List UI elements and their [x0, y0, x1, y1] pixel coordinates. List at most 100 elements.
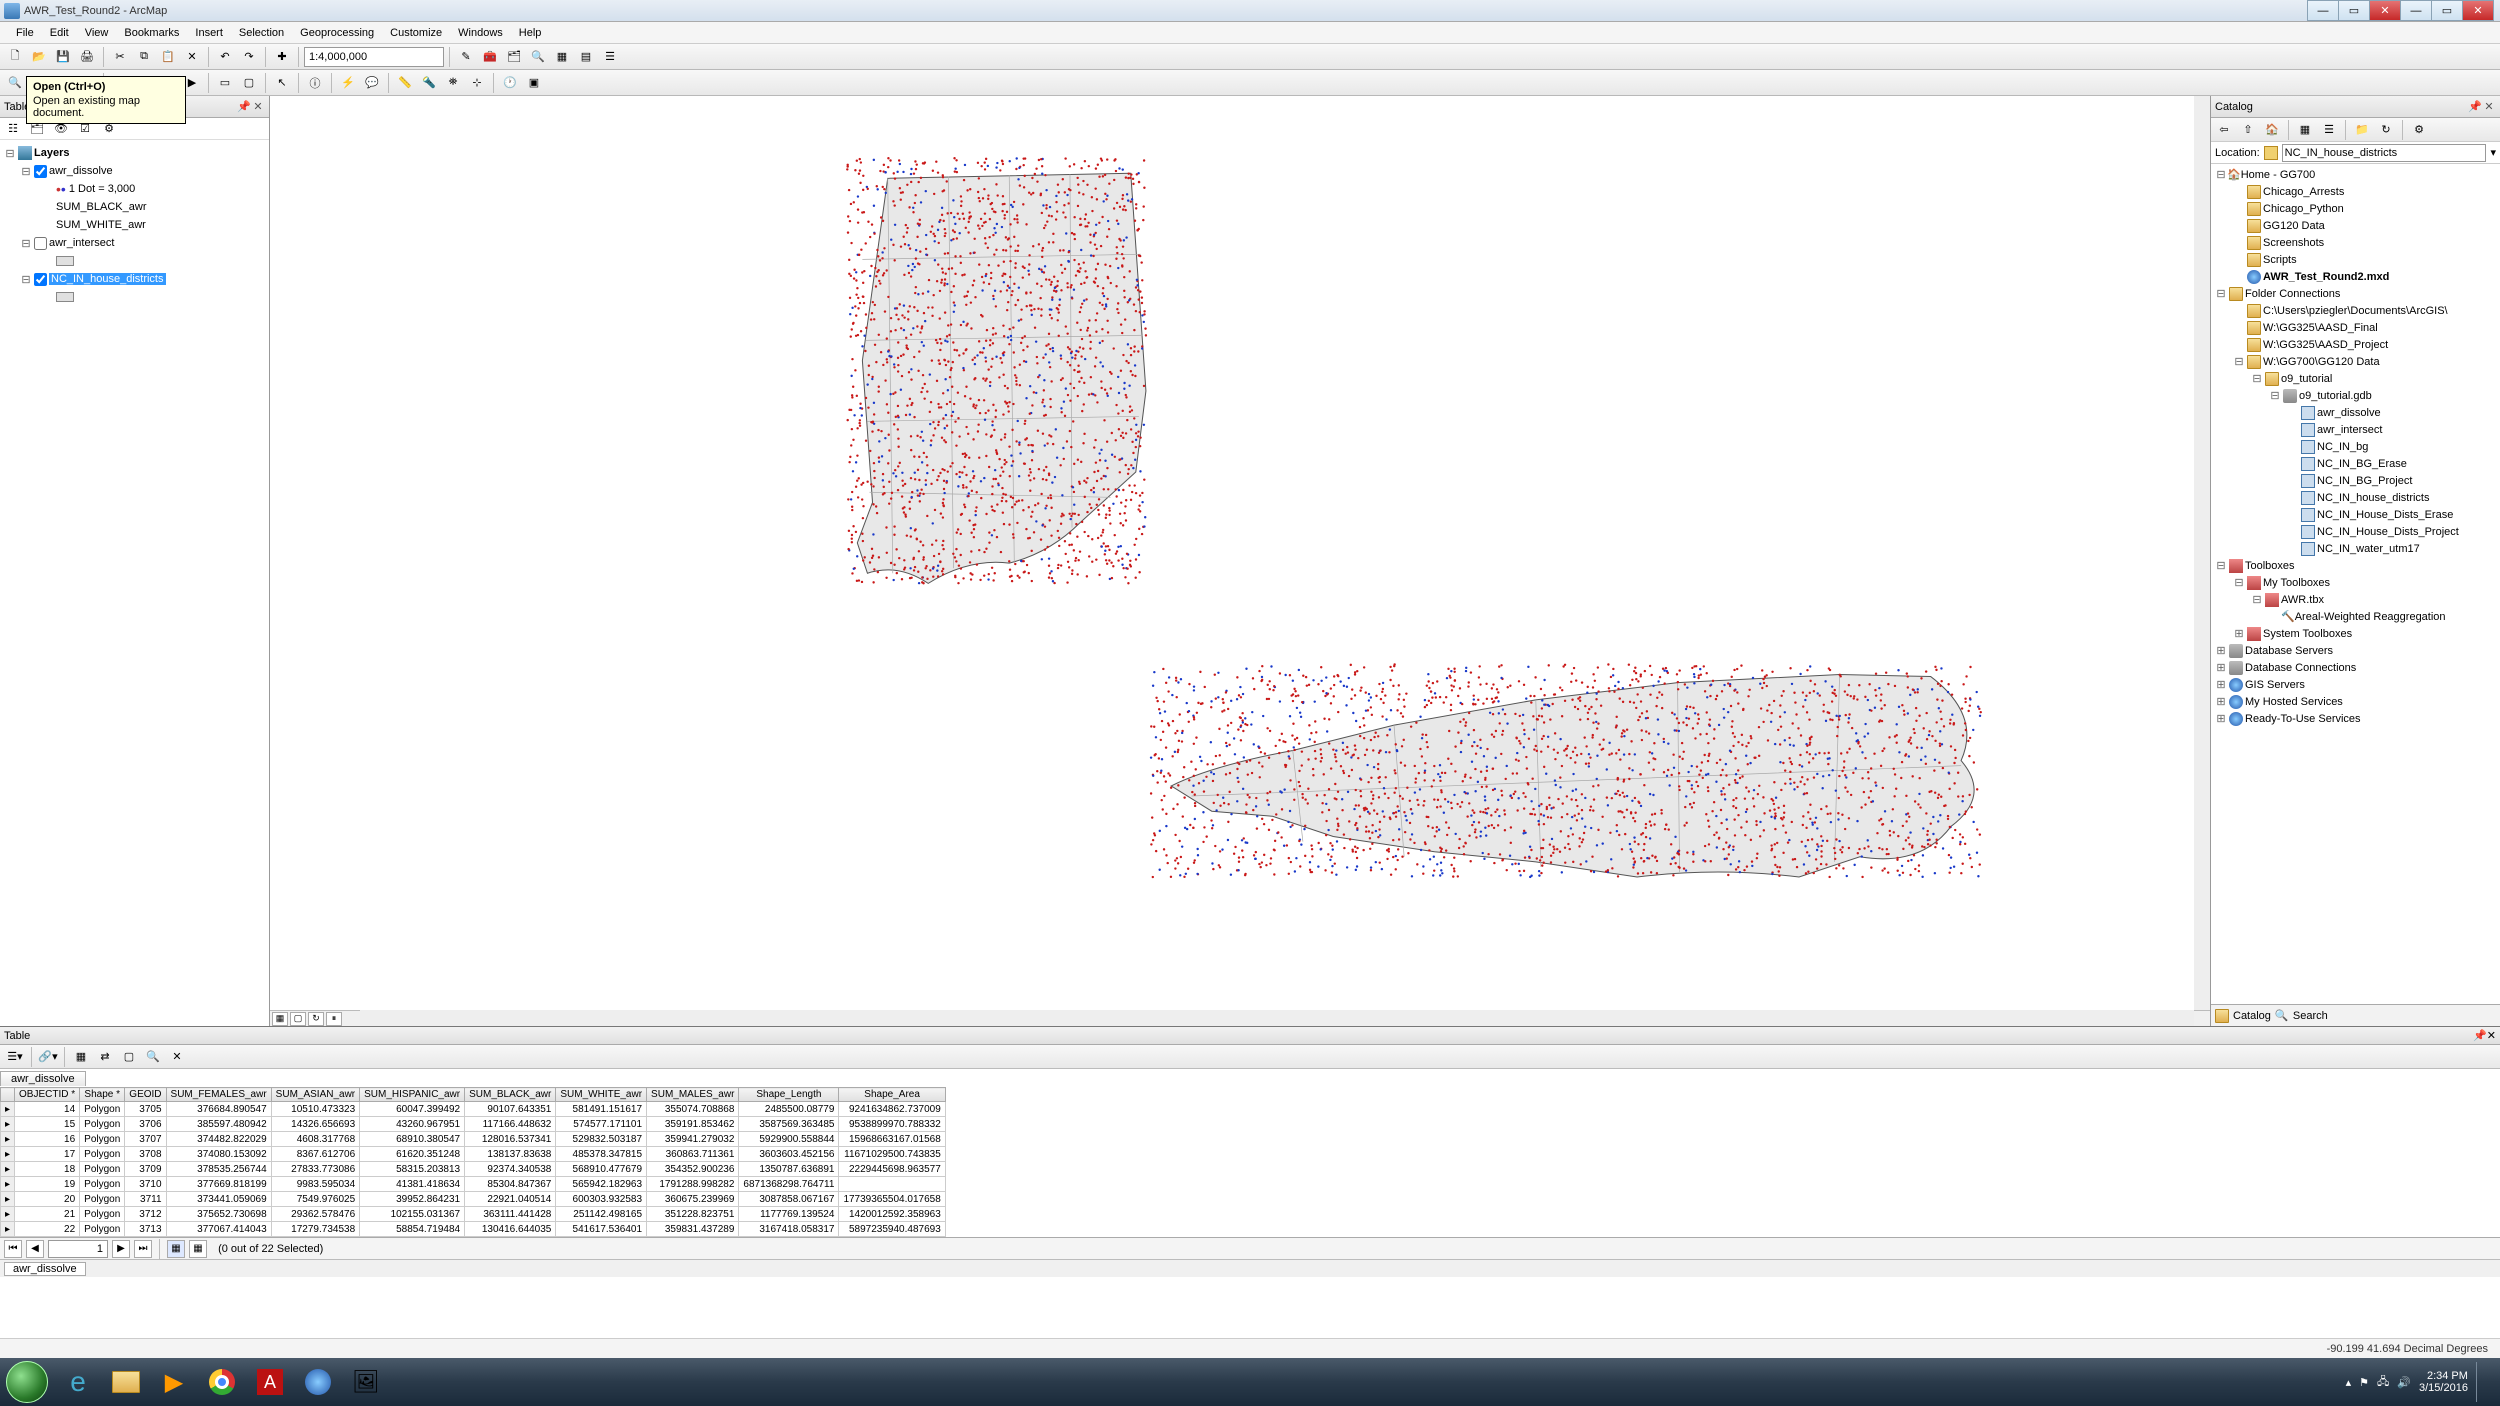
hyperlink-button[interactable]: ⚡	[337, 72, 359, 94]
catalog-node[interactable]: NC_IN_House_Dists_Project	[2211, 523, 2500, 540]
html-popup-button[interactable]: 💬	[361, 72, 383, 94]
toc-root[interactable]: Layers	[34, 147, 69, 159]
search-button[interactable]: 🔍	[527, 46, 549, 68]
catalog-node[interactable]: ⊞My Hosted Services	[2211, 693, 2500, 710]
table-tab-awr-dissolve[interactable]: awr_dissolve	[0, 1071, 86, 1086]
menu-geoprocessing[interactable]: Geoprocessing	[292, 25, 382, 41]
catalog-node[interactable]: ⊟Toolboxes	[2211, 557, 2500, 574]
catalog-node[interactable]: ⊟o9_tutorial	[2211, 370, 2500, 387]
modelbuilder-button[interactable]: ▤	[575, 46, 597, 68]
pause-button[interactable]: ⏸	[326, 1012, 342, 1026]
table-bottom-tab-awr-dissolve[interactable]: awr_dissolve	[4, 1262, 86, 1276]
catalog-node[interactable]: NC_IN_House_Dists_Erase	[2211, 506, 2500, 523]
python-button[interactable]: ▦	[551, 46, 573, 68]
layer-awr-dissolve[interactable]: awr_dissolve	[49, 165, 113, 177]
toc-tree[interactable]: ⊟Layers ⊟awr_dissolve •• 1 Dot = 3,000 S…	[0, 140, 269, 1026]
catalog-node[interactable]: ⊞GIS Servers	[2211, 676, 2500, 693]
minimize-button-2[interactable]: —	[2400, 0, 2432, 21]
symbol-swatch[interactable]	[56, 256, 74, 266]
cat-toggle-button[interactable]: ▦	[2294, 119, 2316, 141]
measure-button[interactable]: 📏	[394, 72, 416, 94]
record-selector[interactable]: ▸	[1, 1102, 15, 1117]
editor-toolbar-button[interactable]: ✎	[455, 46, 477, 68]
catalog-tab[interactable]: Catalog	[2233, 1010, 2271, 1022]
show-all-button[interactable]: ▦	[167, 1240, 185, 1258]
taskbar-arcmap-icon[interactable]	[296, 1362, 340, 1402]
catalog-node[interactable]: ⊟W:\GG700\GG120 Data	[2211, 353, 2500, 370]
location-dropdown-button[interactable]: ▾	[2490, 146, 2496, 159]
minimize-button[interactable]: —	[2307, 0, 2339, 21]
tableofcontents-button[interactable]: ☰	[599, 46, 621, 68]
menu-help[interactable]: Help	[511, 25, 550, 41]
taskbar-wmp-icon[interactable]: ▶	[152, 1362, 196, 1402]
start-button[interactable]	[6, 1361, 48, 1403]
add-data-button[interactable]: ✚	[271, 46, 293, 68]
copy-button[interactable]: ⧉	[133, 46, 155, 68]
system-tray[interactable]: ▴ ⚑ 🖧 🔊 2:34 PM 3/15/2016	[2346, 1362, 2494, 1402]
table-pin-button[interactable]: 📌	[2473, 1029, 2487, 1042]
next-record-button[interactable]: ▶	[112, 1240, 130, 1258]
prev-record-button[interactable]: ◀	[26, 1240, 44, 1258]
time-slider-button[interactable]: 🕐	[499, 72, 521, 94]
find-button[interactable]: 🔦	[418, 72, 440, 94]
new-button[interactable]: 🗋	[4, 46, 26, 68]
expand-icon[interactable]: ⊟	[20, 273, 32, 286]
catalog-node[interactable]: ⊟My Toolboxes	[2211, 574, 2500, 591]
taskbar-paint-icon[interactable]: 🖼	[344, 1362, 388, 1402]
catalog-pin-button[interactable]: 📌	[2468, 100, 2482, 113]
cut-button[interactable]: ✂	[109, 46, 131, 68]
redo-button[interactable]: ↷	[238, 46, 260, 68]
menu-view[interactable]: View	[77, 25, 117, 41]
scale-input[interactable]: 1:4,000,000	[304, 47, 444, 67]
record-selector[interactable]: ▸	[1, 1222, 15, 1237]
close-button-2[interactable]: ✕	[2462, 0, 2494, 21]
toolbox-button[interactable]: 🧰	[479, 46, 501, 68]
catalog-node[interactable]: ⊞Database Servers	[2211, 642, 2500, 659]
undo-button[interactable]: ↶	[214, 46, 236, 68]
goto-xy-button[interactable]: ⊹	[466, 72, 488, 94]
select-button[interactable]: ▭	[214, 72, 236, 94]
map-vertical-scrollbar[interactable]	[2194, 96, 2210, 1010]
map-horizontal-scrollbar[interactable]	[360, 1010, 2194, 1026]
create-viewer-button[interactable]: ▣	[523, 72, 545, 94]
find-route-button[interactable]: ⛯	[442, 72, 464, 94]
first-record-button[interactable]: ⏮	[4, 1240, 22, 1258]
restore-button-2[interactable]: ▭	[2431, 0, 2463, 21]
taskbar-explorer-icon[interactable]	[104, 1362, 148, 1402]
catalog-node[interactable]: C:\Users\pziegler\Documents\ArcGIS\	[2211, 302, 2500, 319]
tray-network-icon[interactable]: 🖧	[2377, 1373, 2389, 1392]
catalog-node[interactable]: awr_dissolve	[2211, 404, 2500, 421]
cat-refresh-button[interactable]: ↻	[2375, 119, 2397, 141]
attribute-grid[interactable]: OBJECTID *Shape *GEOIDSUM_FEMALES_awrSUM…	[0, 1087, 946, 1237]
catalog-button[interactable]: 🗂	[503, 46, 525, 68]
catalog-close-button[interactable]: ✕	[2482, 100, 2496, 113]
layout-view-tab[interactable]: ▢	[290, 1012, 306, 1026]
menu-insert[interactable]: Insert	[187, 25, 231, 41]
catalog-node[interactable]: NC_IN_bg	[2211, 438, 2500, 455]
catalog-node[interactable]: AWR_Test_Round2.mxd	[2211, 268, 2500, 285]
record-selector[interactable]: ▸	[1, 1207, 15, 1222]
data-view-tab[interactable]: ▦	[272, 1012, 288, 1026]
catalog-node[interactable]: ⊞System Toolboxes	[2211, 625, 2500, 642]
catalog-node[interactable]: ⊟Folder Connections	[2211, 285, 2500, 302]
close-button[interactable]: ✕	[2369, 0, 2401, 21]
catalog-node[interactable]: NC_IN_water_utm17	[2211, 540, 2500, 557]
print-button[interactable]: 🖨	[76, 46, 98, 68]
identify-button[interactable]: ⓘ	[304, 72, 326, 94]
attribute-grid-container[interactable]: OBJECTID *Shape *GEOIDSUM_FEMALES_awrSUM…	[0, 1087, 2500, 1237]
menu-bookmarks[interactable]: Bookmarks	[116, 25, 187, 41]
toc-pin-button[interactable]: 📌	[237, 100, 251, 113]
related-tables-button[interactable]: 🔗▾	[37, 1046, 59, 1068]
record-selector[interactable]: ▸	[1, 1132, 15, 1147]
tray-volume-icon[interactable]: 🔊	[2397, 1376, 2411, 1389]
catalog-node[interactable]: W:\GG325\AASD_Project	[2211, 336, 2500, 353]
menu-edit[interactable]: Edit	[42, 25, 77, 41]
catalog-node[interactable]: 🔨Areal-Weighted Reaggregation	[2211, 608, 2500, 625]
catalog-node[interactable]: ⊟AWR.tbx	[2211, 591, 2500, 608]
record-selector[interactable]: ▸	[1, 1177, 15, 1192]
clear-selection-button[interactable]: ▢	[118, 1046, 140, 1068]
catalog-node[interactable]: ⊞Database Connections	[2211, 659, 2500, 676]
layer-checkbox[interactable]	[34, 237, 47, 250]
table-close-button[interactable]: ✕	[2487, 1029, 2496, 1042]
catalog-node[interactable]: awr_intersect	[2211, 421, 2500, 438]
